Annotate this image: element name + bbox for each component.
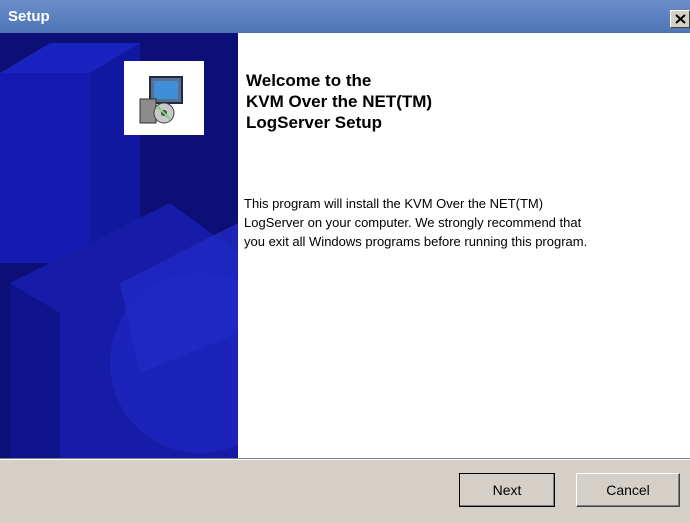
banner-graphic — [0, 33, 238, 458]
next-button[interactable]: Next — [459, 473, 555, 507]
content-panel: Welcome to the KVM Over the NET(TM) LogS… — [238, 33, 690, 458]
setup-installer-icon — [124, 61, 204, 135]
welcome-heading: Welcome to the KVM Over the NET(TM) LogS… — [246, 70, 646, 133]
side-banner — [0, 33, 238, 458]
cancel-button[interactable]: Cancel — [576, 473, 680, 507]
close-icon — [675, 14, 686, 24]
button-area-separator — [0, 458, 690, 460]
description-line-1: This program will install the KVM Over t… — [244, 196, 544, 211]
description-line-3: you exit all Windows programs before run… — [244, 234, 588, 249]
window-title: Setup — [8, 8, 50, 25]
setup-window: Setup Welcome to the KVM Over the NET(TM… — [0, 0, 690, 523]
welcome-line-1: Welcome to the — [246, 71, 372, 90]
close-button[interactable] — [670, 10, 690, 28]
title-bar[interactable]: Setup — [0, 0, 690, 33]
description-text: This program will install the KVM Over t… — [244, 194, 674, 251]
welcome-line-3: LogServer Setup — [246, 113, 383, 132]
welcome-line-2: KVM Over the NET(TM) — [246, 92, 433, 111]
description-line-2: LogServer on your computer. We strongly … — [244, 215, 582, 230]
